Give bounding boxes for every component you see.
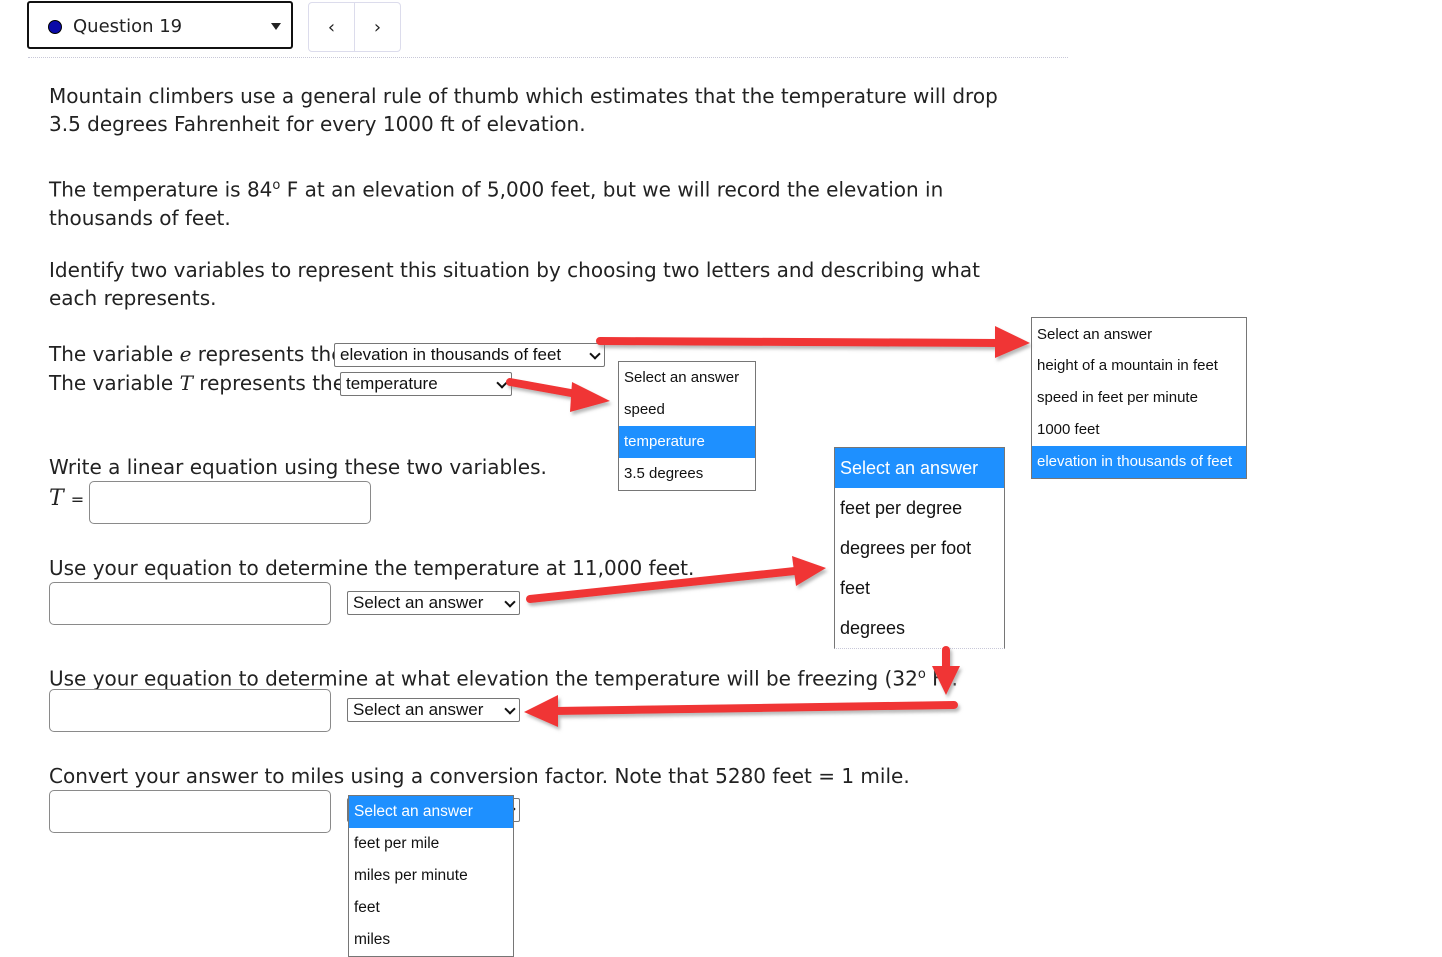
var-T-options-list: Select an answer speed temperature 3.5 d… — [618, 361, 756, 491]
equation-lhs: T = — [49, 486, 84, 511]
option[interactable]: height of a mountain in feet — [1032, 350, 1246, 382]
var-T-label: The variable T represents the — [49, 369, 345, 397]
divider — [28, 57, 1068, 58]
next-question-button[interactable]: › — [354, 3, 400, 51]
chevron-down-icon — [496, 377, 508, 389]
part-miles-input[interactable] — [49, 790, 331, 833]
question-text-1: Mountain climbers use a general rule of … — [49, 84, 998, 136]
part-miles-prompt: Convert your answer to miles using a con… — [49, 764, 910, 788]
option[interactable]: feet per degree — [835, 488, 1004, 528]
chevron-down-icon — [504, 596, 516, 608]
var-e-options-list: Select an answer height of a mountain in… — [1031, 317, 1247, 479]
var-e-label: The variable e represents the — [49, 340, 344, 368]
prev-question-button[interactable]: ‹ — [309, 3, 354, 51]
chevron-down-icon — [504, 703, 516, 715]
question-nav: ‹ › — [308, 2, 401, 52]
var-letter: e — [179, 342, 192, 366]
option[interactable]: 1000 feet — [1032, 414, 1246, 446]
text-span: represents the — [191, 342, 344, 366]
caret-down-icon — [271, 23, 281, 30]
var-letter: T — [179, 371, 193, 395]
var-letter: T — [49, 486, 64, 511]
option[interactable]: degrees — [835, 608, 1004, 648]
part-temp-unit-select[interactable]: Select an answer — [347, 591, 520, 615]
option[interactable]: Select an answer — [619, 362, 755, 394]
chevron-left-icon: ‹ — [327, 16, 336, 38]
chevron-down-icon — [589, 348, 601, 360]
text-span: The temperature is 84 — [49, 177, 273, 202]
status-dot-icon — [48, 20, 62, 34]
unit-options-list: Select an answer feet per degree degrees… — [834, 447, 1005, 649]
option[interactable]: feet — [835, 568, 1004, 608]
option[interactable]: miles per minute — [349, 860, 513, 892]
option[interactable]: miles — [349, 924, 513, 956]
question-text-2: The temperature is 84o F at an elevation… — [49, 172, 1019, 232]
option[interactable]: Select an answer — [1032, 318, 1246, 350]
option[interactable]: degrees per foot — [835, 528, 1004, 568]
option[interactable]: feet per mile — [349, 828, 513, 860]
option-highlighted[interactable]: Select an answer — [835, 448, 1004, 488]
option-highlighted[interactable]: elevation in thousands of feet — [1032, 446, 1246, 478]
option[interactable]: 3.5 degrees — [619, 458, 755, 490]
question-select[interactable]: Question 19 — [27, 1, 293, 49]
text-span: The variable — [49, 342, 180, 366]
select-value: Select an answer — [353, 700, 484, 719]
text-span: represents the — [192, 371, 346, 395]
miles-options-list: Select an answer feet per mile miles per… — [348, 795, 514, 957]
part-freeze-unit-select[interactable]: Select an answer — [347, 698, 520, 722]
select-value: Select an answer — [353, 593, 484, 612]
arrow-left-icon — [524, 695, 958, 727]
chevron-right-icon: › — [373, 16, 382, 38]
part-freeze-prompt: Use your equation to determine at what e… — [49, 661, 1019, 693]
arrow-right-icon — [596, 326, 1030, 358]
arrow-right-icon — [506, 378, 610, 412]
option-highlighted[interactable]: Select an answer — [349, 796, 513, 828]
select-value: temperature — [346, 374, 438, 393]
part-temp-input[interactable] — [49, 582, 331, 625]
var-T-select[interactable]: temperature — [340, 372, 512, 396]
text-span: F). — [925, 666, 958, 691]
degree-sup: o — [917, 667, 926, 682]
part-freeze-input[interactable] — [49, 689, 331, 732]
var-e-select[interactable]: elevation in thousands of feet — [334, 343, 605, 367]
option[interactable]: speed in feet per minute — [1032, 382, 1246, 414]
text-span: Use your equation to determine at what e… — [49, 666, 918, 691]
select-value: elevation in thousands of feet — [340, 345, 562, 364]
option[interactable]: feet — [349, 892, 513, 924]
question-text-3: Identify two variables to represent this… — [49, 258, 980, 310]
option-highlighted[interactable]: temperature — [619, 426, 755, 458]
equation-input[interactable] — [89, 481, 371, 524]
option[interactable]: speed — [619, 394, 755, 426]
question-label: Question 19 — [73, 16, 183, 37]
equals-sign: = — [70, 490, 85, 509]
text-span: The variable — [49, 371, 180, 395]
